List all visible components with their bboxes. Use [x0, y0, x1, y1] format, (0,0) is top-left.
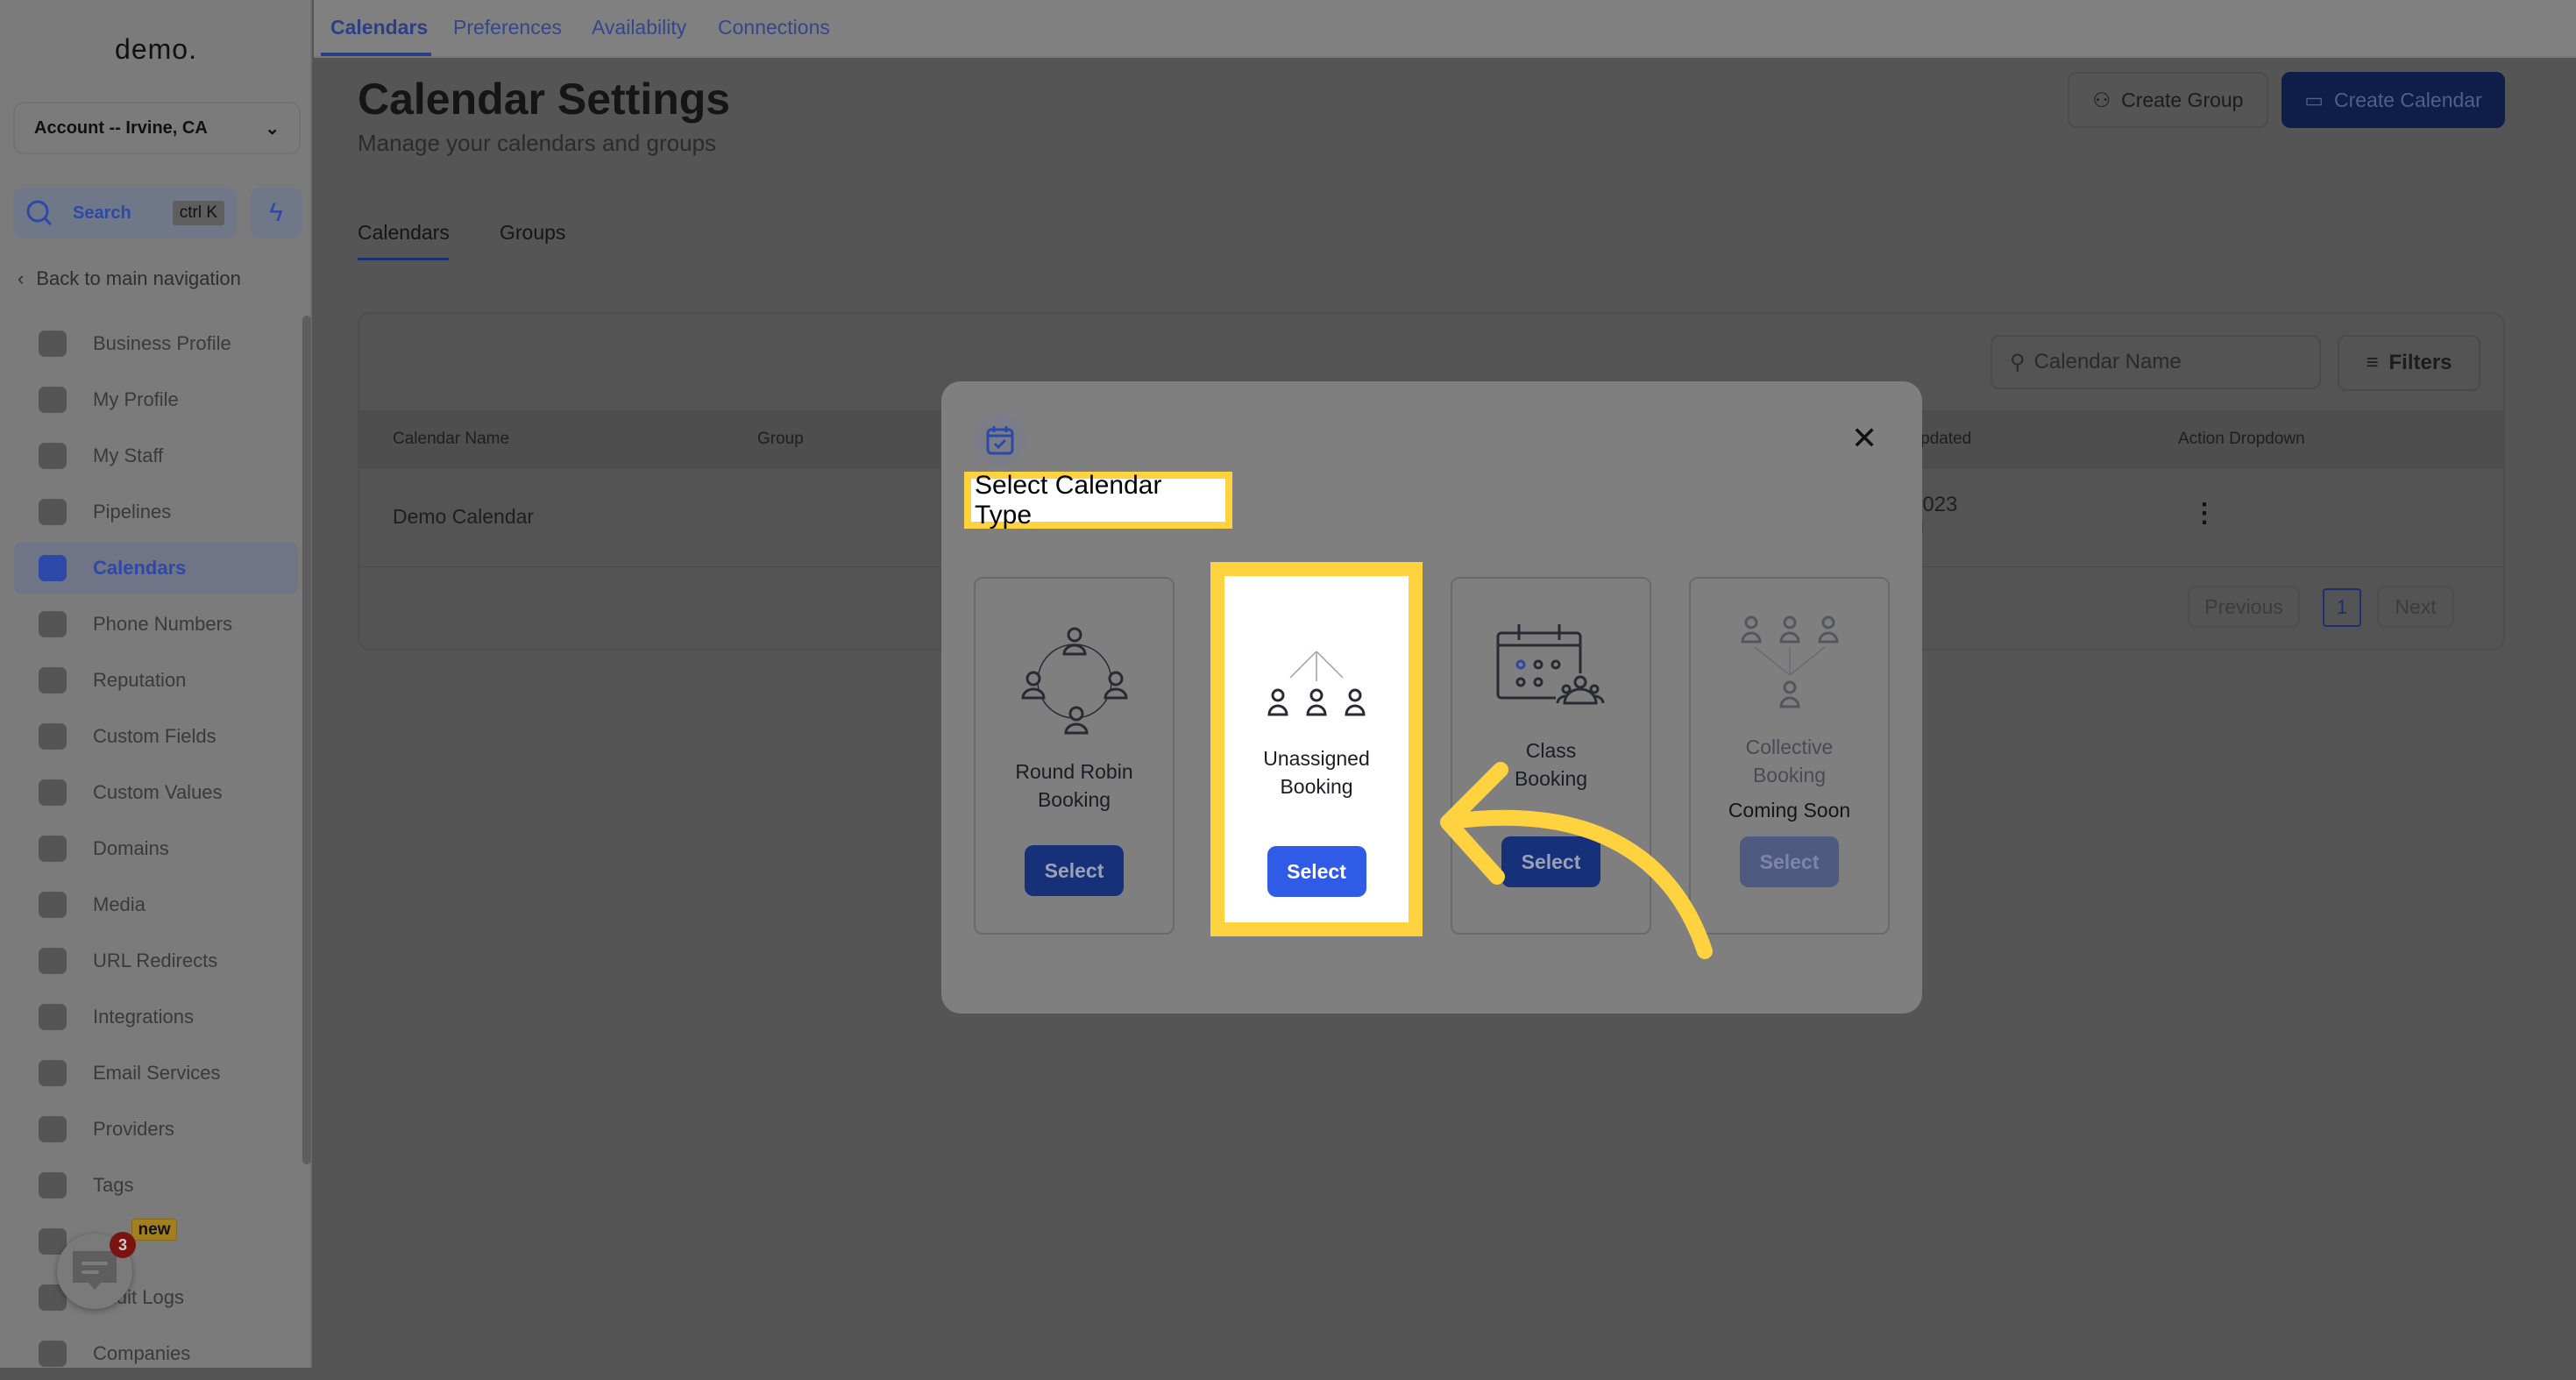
arrow-annotation — [1440, 762, 1713, 959]
